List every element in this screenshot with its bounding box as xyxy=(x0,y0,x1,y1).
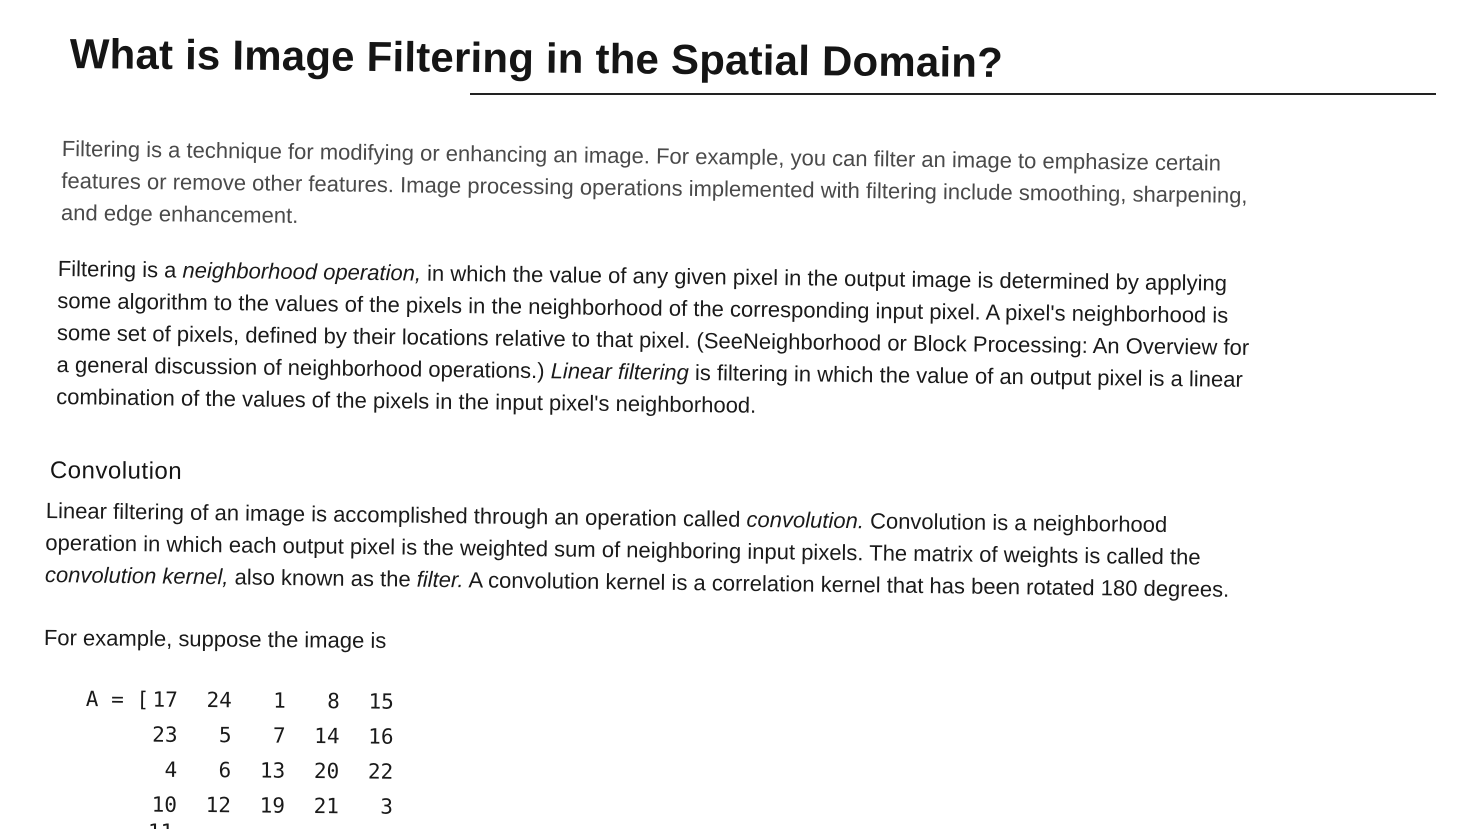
matrix-block: A = [ 17 24 1 8 15 23 5 7 14 16 4 6 13 2… xyxy=(85,682,394,825)
emphasis-term: convolution. xyxy=(746,506,865,534)
matrix-row: 10 12 19 21 3 xyxy=(85,787,393,825)
matrix-cell: 13 xyxy=(259,758,286,783)
title-underline xyxy=(470,93,1436,95)
text-run: also known as the xyxy=(228,564,417,592)
matrix-cell: 8 xyxy=(327,689,340,714)
matrix-cell: 3 xyxy=(380,794,394,819)
matrix-cell: 21 xyxy=(313,793,340,819)
matrix-cell: 24 xyxy=(206,688,232,713)
matrix-cell: 16 xyxy=(368,724,394,749)
matrix-cell: 10 xyxy=(151,792,178,817)
matrix-cell: 4 xyxy=(164,757,178,782)
matrix-cell: 1 xyxy=(273,688,286,713)
matrix-prefix: A = [ xyxy=(85,686,150,712)
matrix-cell: 15 xyxy=(368,689,394,714)
text-run: Linear filtering of an image is accompli… xyxy=(45,497,747,532)
convolution-paragraph: Linear filtering of an image is accompli… xyxy=(45,495,1230,606)
document-page: What is Image Filtering in the Spatial D… xyxy=(0,0,1483,829)
intro-paragraph: Filtering is a technique for modifying o… xyxy=(61,133,1248,244)
text-run: Filtering is a xyxy=(57,255,183,283)
matrix-cell: 23 xyxy=(152,722,178,747)
matrix-row: 23 5 7 14 16 xyxy=(85,717,393,755)
matrix-cut-off-row: 11 xyxy=(148,820,173,829)
matrix-cell: 22 xyxy=(367,759,394,784)
text-run: A convolution kernel is a correlation ke… xyxy=(463,567,1230,602)
matrix-cell: 17 xyxy=(152,687,178,712)
emphasis-term: convolution kernel, xyxy=(44,561,229,590)
matrix-cell: 20 xyxy=(313,758,340,784)
matrix-cell: 14 xyxy=(314,723,340,749)
text-run: is filtering in which the value of an ou… xyxy=(688,359,1243,392)
matrix-cell: 6 xyxy=(218,758,232,783)
text-run: Convolution is a neighborhood xyxy=(863,508,1168,538)
text-run: a general discussion of neighborhood ope… xyxy=(56,351,551,384)
section-heading: Convolution xyxy=(49,457,183,485)
matrix-cell: 7 xyxy=(272,723,286,748)
example-intro: For example, suppose the image is xyxy=(43,625,387,653)
matrix-row: A = [ 17 24 1 8 15 xyxy=(86,682,394,720)
matrix-cell: 19 xyxy=(259,793,286,818)
matrix-row: 4 6 13 20 22 xyxy=(85,752,393,790)
matrix-cell: 12 xyxy=(205,793,232,818)
matrix-cell: 5 xyxy=(218,723,232,748)
neighborhood-paragraph: Filtering is a neighborhood operation, i… xyxy=(56,253,1250,428)
page-title: What is Image Filtering in the Spatial D… xyxy=(69,30,1004,86)
emphasis-term: Linear filtering xyxy=(550,358,690,385)
emphasis-term: filter. xyxy=(416,566,464,593)
emphasis-term: neighborhood operation, xyxy=(182,257,422,286)
